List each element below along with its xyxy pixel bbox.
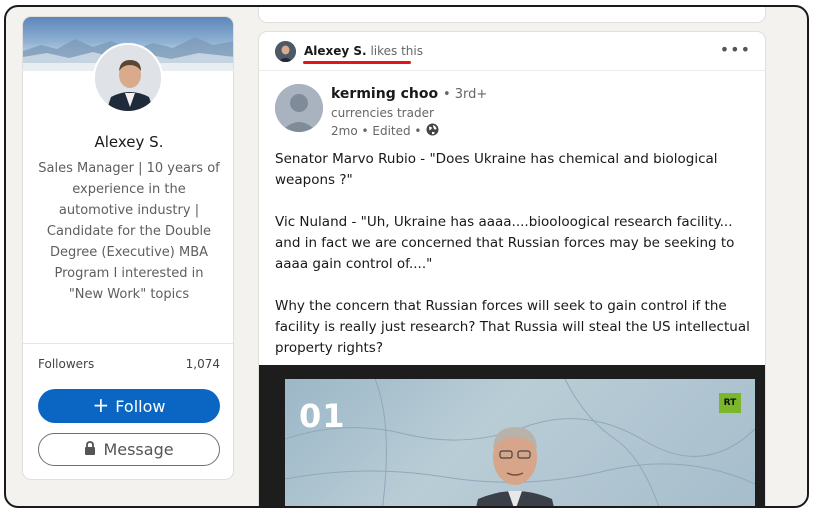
followers-count: 1,074 — [185, 357, 220, 371]
connection-degree: • 3rd+ — [442, 87, 488, 102]
video-frame: 01 RT — [285, 379, 755, 506]
post-paragraph: Vic Nuland - "Uh, Ukraine has aaaa....bi… — [275, 214, 735, 272]
followers-row: Followers 1,074 — [38, 357, 220, 371]
social-action: likes this — [370, 44, 423, 58]
author-name[interactable]: kerming choo — [331, 86, 438, 102]
liker-avatar[interactable] — [275, 41, 296, 62]
profile-card: Alexey S. Sales Manager | 10 years of ex… — [22, 16, 234, 480]
screenshot-frame: Alexey S. Sales Manager | 10 years of ex… — [4, 5, 809, 508]
post-paragraph: Why the concern that Russian forces will… — [275, 298, 750, 356]
more-options-icon[interactable]: ••• — [720, 40, 751, 59]
follow-button-label: Follow — [115, 396, 166, 416]
message-button-label: Message — [103, 440, 174, 459]
plus-icon: + — [92, 393, 110, 417]
highlight-underline — [303, 61, 411, 64]
message-button[interactable]: Message — [38, 433, 220, 466]
channel-logo: RT — [719, 393, 741, 413]
previous-post-card — [258, 7, 766, 23]
profile-headline: Sales Manager | 10 years of experience i… — [38, 161, 220, 302]
followers-label: Followers — [38, 357, 95, 371]
feed-post: Alexey S. likes this ••• kerming choo • … — [258, 31, 766, 506]
post-meta: 2mo • Edited • — [331, 123, 439, 139]
social-activity-text: Alexey S. likes this — [304, 44, 423, 58]
social-activity-bar: Alexey S. likes this ••• — [259, 32, 765, 71]
liker-name[interactable]: Alexey S. — [304, 44, 367, 58]
author-name-row: kerming choo • 3rd+ — [331, 86, 487, 102]
author-title: currencies trader — [331, 106, 434, 120]
post-paragraph: Senator Marvo Rubio - "Does Ukraine has … — [275, 151, 718, 188]
divider — [23, 343, 233, 344]
post-video[interactable]: 01 RT — [259, 365, 765, 506]
lock-icon — [84, 440, 96, 459]
author-avatar[interactable] — [275, 84, 323, 132]
post-time: 2mo • Edited • — [331, 124, 422, 138]
post-body: Senator Marvo Rubio - "Does Ukraine has … — [275, 149, 753, 380]
profile-name[interactable]: Alexey S. — [23, 133, 233, 151]
globe-icon — [426, 123, 439, 139]
video-person — [470, 407, 560, 506]
video-overlay-number: 01 — [299, 397, 346, 435]
follow-button[interactable]: + Follow — [38, 389, 220, 423]
profile-avatar[interactable] — [93, 43, 163, 113]
